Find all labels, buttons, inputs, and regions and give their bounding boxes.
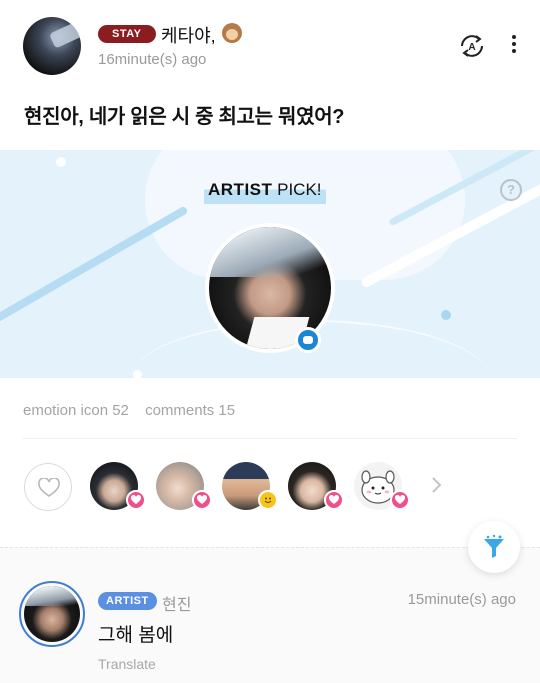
heart-badge-icon (390, 490, 410, 510)
chat-bubble-icon (295, 327, 321, 353)
artist-badge: ARTIST (98, 592, 157, 610)
author-avatar[interactable] (23, 17, 81, 75)
banner-decoration (133, 370, 142, 378)
commenter-avatar[interactable] (19, 581, 85, 647)
comment-timestamp: 15minute(s) ago (407, 591, 516, 608)
artist-pick-banner: ARTIST PICK! ? (0, 150, 540, 378)
comment-author[interactable]: 현진 (162, 591, 191, 615)
heart-badge-icon (192, 490, 212, 510)
comment-text: 그해 봄에 (98, 625, 174, 646)
comment-count[interactable]: comments 15 (145, 402, 235, 419)
artist-pick-rest: PICK! (272, 180, 322, 199)
monkey-emoji-icon (222, 23, 242, 43)
banner-decoration (0, 205, 189, 338)
post-title: 현진아, 네가 읽은 시 중 최고는 뭐였어? (24, 106, 345, 128)
banner-decoration (56, 157, 66, 167)
like-button[interactable] (24, 463, 72, 511)
chevron-right-icon[interactable] (429, 476, 443, 494)
help-icon[interactable]: ? (500, 179, 522, 201)
emotion-count[interactable]: emotion icon 52 (23, 402, 129, 419)
artist-pick-bold: ARTIST (208, 180, 273, 199)
svg-text:A: A (468, 42, 475, 53)
filter-button[interactable] (468, 521, 520, 573)
divider (23, 438, 517, 439)
post-header: STAY 케타야, 16minute(s) ago A (0, 0, 540, 90)
banner-decoration (441, 310, 451, 320)
smile-badge-icon (258, 490, 278, 510)
translate-icon[interactable]: A (456, 30, 488, 62)
heart-outline-icon (38, 478, 60, 497)
post-timestamp: 16minute(s) ago (98, 51, 207, 68)
artist-pick-label: ARTIST PICK! (204, 178, 326, 204)
heart-badge-icon (324, 490, 344, 510)
translate-link[interactable]: Translate (98, 656, 156, 672)
more-options-icon[interactable] (504, 35, 524, 57)
heart-badge-icon (126, 490, 146, 510)
stay-badge: STAY (98, 25, 156, 43)
filter-icon (484, 534, 504, 558)
author-name[interactable]: 케타야, (161, 22, 216, 48)
post-stats: emotion icon 52 comments 15 (23, 402, 247, 419)
